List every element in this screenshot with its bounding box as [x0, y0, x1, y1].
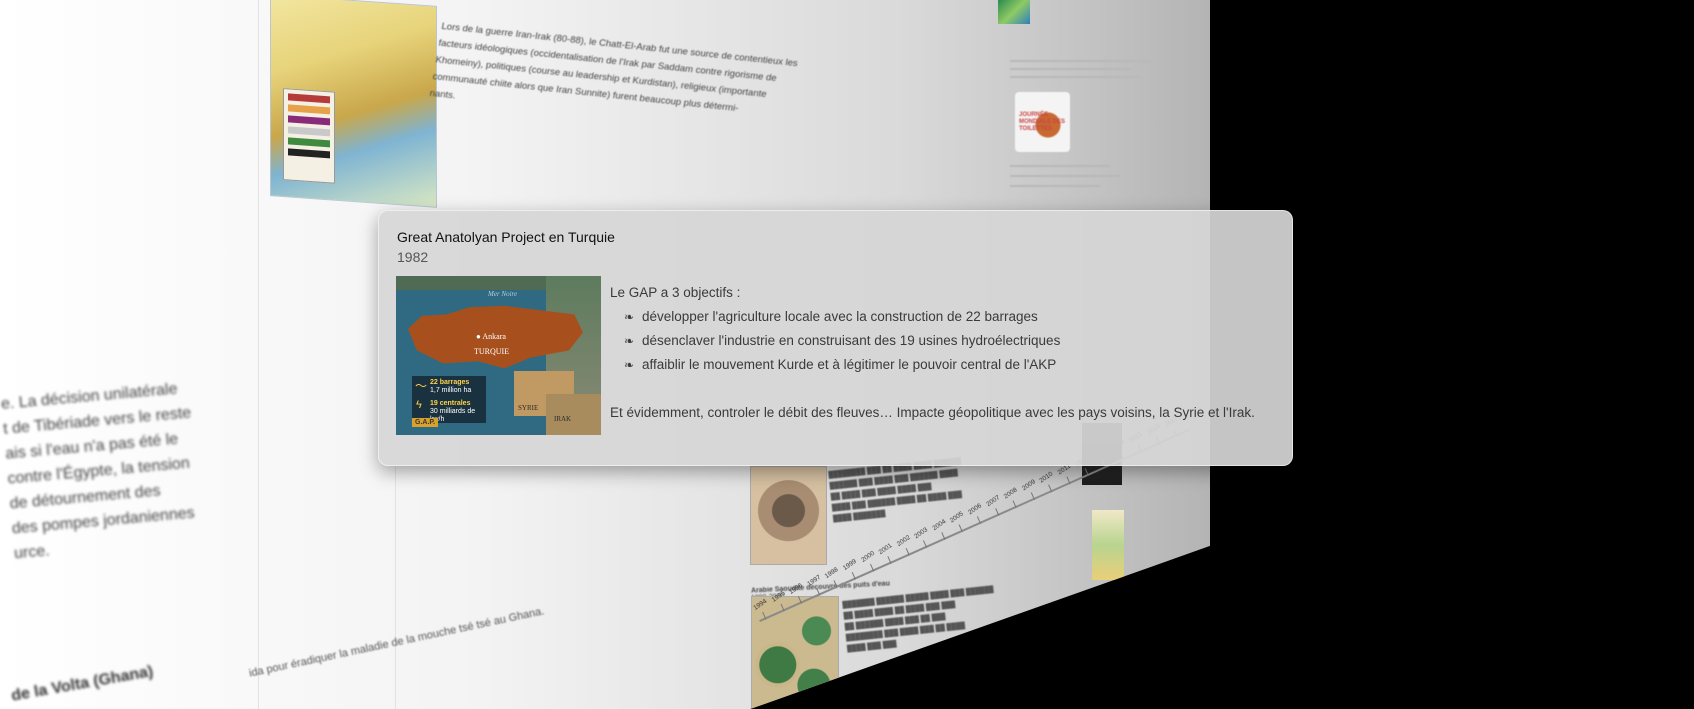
timeline-year-label[interactable]: 2007 [985, 494, 1001, 508]
event-title: Great Anatolyan Project en Turquie [397, 229, 615, 245]
timeline-tick [923, 540, 928, 548]
timeline-tick [905, 548, 910, 556]
iran-irak-map-thumbnail[interactable] [270, 0, 437, 208]
timeline-year-label[interactable]: 2002 [895, 534, 911, 548]
objective-text: affaiblir le mouvement Kurde et à légiti… [642, 357, 1057, 372]
arabie-paragraph: ███████ ██████ █████ ████ ███ ██████ ██ █… [842, 586, 994, 653]
objective-text: désenclaver l'industrie en construisant … [642, 333, 1061, 348]
event-thumbnail[interactable] [998, 0, 1030, 24]
timeline-tick [833, 579, 838, 588]
fleuron-bullet-icon: ❧ [624, 358, 635, 372]
map-neighbor-label: IRAK [554, 415, 572, 423]
timeline-tick [797, 595, 803, 604]
timeline-tick [1084, 468, 1089, 477]
map-sea-label: Mer Noire [488, 290, 518, 298]
text-line [1010, 60, 1150, 62]
ghana-paragraph: ida pour éradiquer la maladie de la mouc… [248, 605, 546, 680]
legend-barrages-value: 22 barrages [430, 379, 470, 386]
timeline-year-label[interactable]: 2003 [913, 526, 929, 540]
timeline-tick [959, 524, 964, 532]
list-item: ❧ désenclaver l'industrie en construisant… [624, 329, 1270, 353]
timeline-year-label[interactable]: 1997 [806, 574, 822, 588]
list-item: ❧ développer l'agriculture locale avec la… [624, 305, 1270, 329]
legend-centrales: 19 centrales 30 milliards de kw/h [430, 400, 486, 424]
event-description: Le GAP a 3 objectifs : ❧ développer l'agr… [610, 281, 1270, 425]
timeline-tick [815, 587, 821, 596]
text-line [1010, 175, 1120, 177]
journee-mondiale-toilettes-poster[interactable]: JOURNÉE MONDIALE DES TOILETTES [1015, 92, 1070, 152]
timeline-year-label[interactable]: 2005 [949, 510, 965, 524]
timeline-year-label[interactable]: 2006 [967, 502, 983, 516]
timeline-tick [941, 532, 946, 540]
objectives-intro: Le GAP a 3 objectifs : [610, 285, 741, 300]
objective-text: développer l'agriculture locale avec la … [642, 309, 1038, 324]
tiberiade-paragraph: e. La décision unilatérale t de Tibériad… [0, 380, 196, 563]
map-country-label: TURQUIE [474, 347, 510, 356]
fleuron-bullet-icon: ❧ [624, 310, 635, 324]
legend-energy-value: 30 milliards de kw/h [430, 408, 476, 423]
timeline-year-label[interactable]: 1996 [788, 582, 804, 596]
column-divider [395, 460, 396, 709]
volta-heading: de la Volta (Ghana) [10, 663, 155, 705]
text-line [1010, 185, 1100, 187]
column-divider [258, 0, 259, 709]
map-legend: 22 barrages 1,7 million ha 〜 19 centrale… [412, 376, 486, 423]
timeline-tick [976, 516, 982, 524]
map-neighbor-label: SYRIE [518, 404, 539, 412]
timeline-tick [994, 508, 999, 517]
map-city-label: ● Ankara [476, 332, 506, 341]
fleuron-bullet-icon: ❧ [624, 334, 635, 348]
map-city-name: Ankara [482, 332, 506, 341]
map-legend [283, 88, 335, 184]
timeline-year-label[interactable]: 2009 [1021, 478, 1037, 492]
timeline-year-label[interactable]: 2004 [931, 518, 947, 532]
legend-centrales-value: 19 centrales [430, 400, 471, 407]
event-poster[interactable] [1092, 510, 1124, 580]
timeline-tick [851, 572, 856, 580]
poster-label: JOURNÉE MONDIALE DES TOILETTES [1019, 112, 1066, 132]
timeline-year-label[interactable]: 1999 [842, 558, 858, 572]
text-line [1010, 165, 1110, 167]
gap-badge: G.A.P. [412, 418, 439, 427]
legend-hectares-value: 1,7 million ha [430, 387, 472, 394]
timeline-year-label[interactable]: 2010 [1039, 471, 1055, 485]
timeline-year-label[interactable]: 1998 [824, 566, 840, 580]
objectives-conclusion: Et évidemment, controler le débit des fl… [610, 405, 1255, 420]
timeline-year-label[interactable]: 1994 [752, 598, 768, 612]
timeline-year-label[interactable]: 1995 [770, 590, 786, 604]
timeline-tick [780, 603, 785, 612]
text-line [1010, 68, 1130, 70]
timeline-tick [1066, 476, 1071, 485]
gap-turkey-map[interactable]: Mer Noire ● Ankara TURQUIE SYRIE IRAK 22… [396, 276, 601, 435]
timeline-year-label[interactable]: 2001 [878, 542, 894, 556]
text-line [1010, 76, 1140, 78]
objectives-list: ❧ développer l'agriculture locale avec la… [610, 305, 1270, 377]
wave-icon: 〜 [415, 379, 428, 393]
timeline-tick [1012, 500, 1017, 509]
timeline-tick [869, 564, 874, 572]
legend-barrages: 22 barrages 1,7 million ha [430, 379, 471, 395]
timeline-tick [762, 611, 767, 620]
timeline-tick [1030, 492, 1035, 501]
timeline-tick [887, 556, 892, 564]
list-item: ❧ affaiblir le mouvement Kurde et à légit… [624, 353, 1270, 377]
lightning-icon: ϟ [416, 399, 422, 411]
iran-irak-paragraph: Lors de la guerre Iran-Irak (80-88), le … [428, 20, 799, 115]
event-year: 1982 [397, 249, 429, 265]
timeline-year-label[interactable]: 2000 [860, 550, 876, 564]
timeline-year-label[interactable]: 2008 [1003, 486, 1019, 500]
event-detail-popup[interactable]: Great Anatolyan Project en Turquie 1982 … [378, 210, 1293, 466]
timeline-tick [1048, 484, 1053, 493]
